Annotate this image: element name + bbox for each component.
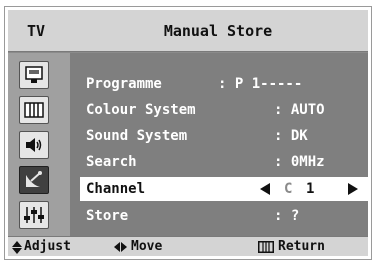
up-down-icon xyxy=(12,240,22,254)
hint-return-label: Return xyxy=(278,239,325,254)
satellite-icon[interactable] xyxy=(19,166,49,194)
channel-value: 1 xyxy=(306,181,315,197)
row-value: : DK xyxy=(274,128,308,144)
right-arrow-icon[interactable] xyxy=(348,183,358,195)
row-label: Search xyxy=(86,154,137,170)
left-right-icon xyxy=(114,242,127,252)
menu-row-search[interactable]: Search : 0MHz xyxy=(82,151,368,173)
picture-icon[interactable] xyxy=(19,61,49,89)
hint-adjust-label: Adjust xyxy=(24,239,71,254)
row-label: Sound System xyxy=(86,128,188,144)
setup-sliders-icon[interactable] xyxy=(19,201,49,229)
channel-prefix: C xyxy=(284,181,293,197)
osd-window: TV Manual Store Programme: P 1----- Col… xyxy=(4,6,372,260)
footer-hints: Adjust Move Return xyxy=(8,236,368,256)
menu-icon xyxy=(258,241,274,253)
row-label: Colour System xyxy=(86,102,196,118)
menu-row-sound-system[interactable]: Sound System : DK xyxy=(82,125,368,147)
hint-return: Return xyxy=(258,237,325,257)
hint-adjust: Adjust xyxy=(12,237,71,257)
row-value: : P 1----- xyxy=(218,76,303,92)
source-label: TV xyxy=(26,22,46,40)
menu-row-colour-system[interactable]: Colour System : AUTO xyxy=(82,99,368,121)
menu-icon[interactable] xyxy=(19,96,49,124)
row-label: Channel xyxy=(86,181,146,197)
menu-row-programme[interactable]: Programme : P 1----- xyxy=(82,73,368,95)
hint-move-label: Move xyxy=(131,239,163,254)
left-arrow-icon[interactable] xyxy=(260,183,270,195)
row-value: : 0MHz xyxy=(274,154,325,170)
row-value: : AUTO xyxy=(274,102,325,118)
menu-row-channel[interactable]: Channel C 1 xyxy=(80,177,370,201)
row-value: : ? xyxy=(274,208,300,224)
sidebar xyxy=(8,53,70,236)
menu-row-store[interactable]: Store : ? xyxy=(82,205,368,227)
hint-move: Move xyxy=(114,237,162,257)
title-bar: TV Manual Store xyxy=(8,10,368,52)
page-title: Manual Store xyxy=(163,22,273,40)
row-label: Store xyxy=(86,208,129,224)
row-label: Programme xyxy=(86,76,162,92)
speaker-icon[interactable] xyxy=(19,131,49,159)
menu-list: Programme : P 1----- Colour System : AUT… xyxy=(70,53,370,236)
